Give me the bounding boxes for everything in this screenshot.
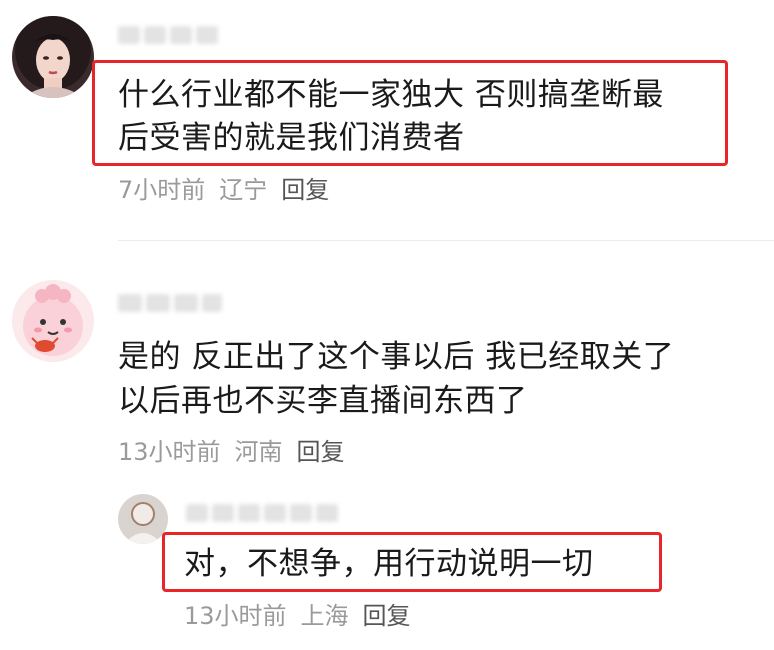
reply-button[interactable]: 回复 <box>297 438 345 466</box>
username-blurred <box>186 504 338 522</box>
reply-text: 对，不想争，用行动说明一切 <box>184 546 594 582</box>
comment-location: 辽宁 <box>219 176 268 204</box>
comment-meta: 13小时前 河南 回复 <box>118 432 345 467</box>
reply-meta: 13小时前 上海 回复 <box>184 596 411 631</box>
reply-button[interactable]: 回复 <box>363 602 411 630</box>
female-character-avatar-icon <box>12 16 94 98</box>
reply-button[interactable]: 回复 <box>281 176 329 204</box>
comment-time: 7小时前 <box>118 176 206 204</box>
reply-location: 上海 <box>300 602 349 630</box>
reply-time: 13小时前 <box>184 602 287 630</box>
comment-location: 河南 <box>234 438 283 466</box>
username-blurred <box>118 294 222 312</box>
user-photo-avatar-icon <box>118 494 168 544</box>
comment-text-line: 什么行业都不能一家独大 否则搞垄断最 <box>118 77 664 113</box>
comment-text-line: 是的 反正出了这个事以后 我已经取关了 <box>118 339 675 375</box>
avatar[interactable] <box>12 280 94 362</box>
avatar[interactable] <box>12 16 94 98</box>
pink-cartoon-avatar-icon <box>12 280 94 362</box>
divider <box>118 240 774 241</box>
comment-meta: 7小时前 辽宁 回复 <box>118 170 329 205</box>
comment-text-line: 后受害的就是我们消费者 <box>118 120 465 156</box>
comment-text-line: 以后再也不买李直播间东西了 <box>118 383 528 419</box>
avatar[interactable] <box>118 494 168 544</box>
username-blurred <box>118 26 218 44</box>
comment-time: 13小时前 <box>118 438 221 466</box>
